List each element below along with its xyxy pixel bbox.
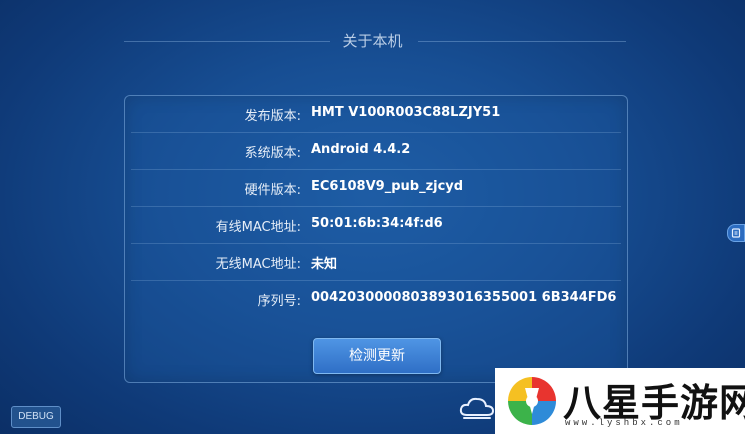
- info-row-hardware-version: 硬件版本: EC6108V9_pub_zjcyd: [125, 170, 627, 207]
- info-row-serial-number: 序列号: 0042030000803893016355001 6B344FD6: [125, 281, 627, 318]
- info-label: 无线MAC地址:: [215, 257, 301, 272]
- info-label: 系统版本:: [244, 146, 301, 161]
- info-label: 有线MAC地址:: [215, 220, 301, 235]
- device-info-panel: 发布版本: HMT V100R003C88LZJY51 系统版本: Androi…: [124, 95, 628, 383]
- info-label: 发布版本:: [244, 109, 301, 124]
- debug-button[interactable]: DEBUG: [11, 406, 61, 428]
- info-value: 未知: [311, 257, 338, 272]
- info-row-wired-mac: 有线MAC地址: 50:01:6b:34:4f:d6: [125, 207, 627, 244]
- info-label: 序列号:: [257, 294, 301, 309]
- header-line-right: [418, 41, 626, 42]
- check-update-button[interactable]: 检测更新: [313, 338, 441, 374]
- watermark-url-text: www.lyshbx.com: [565, 418, 683, 428]
- info-value: HMT V100R003C88LZJY51: [311, 105, 501, 120]
- brand-logo-icon: [505, 374, 559, 432]
- info-value: EC6108V9_pub_zjcyd: [311, 179, 464, 194]
- info-row-system-version: 系统版本: Android 4.4.2: [125, 133, 627, 170]
- info-value: Android 4.4.2: [311, 142, 411, 157]
- watermark-banner: 八星手游网 www.lyshbx.com: [495, 368, 745, 434]
- side-drawer-handle[interactable]: [727, 224, 745, 242]
- info-value: 0042030000803893016355001 6B344FD6: [311, 290, 617, 305]
- info-row-wireless-mac: 无线MAC地址: 未知: [125, 244, 627, 281]
- info-label: 硬件版本:: [244, 183, 301, 198]
- info-row-release-version: 发布版本: HMT V100R003C88LZJY51: [125, 96, 627, 133]
- page-title: 关于本机: [342, 32, 403, 50]
- info-value: 50:01:6b:34:4f:d6: [311, 216, 443, 231]
- cloud-icon: [458, 395, 496, 425]
